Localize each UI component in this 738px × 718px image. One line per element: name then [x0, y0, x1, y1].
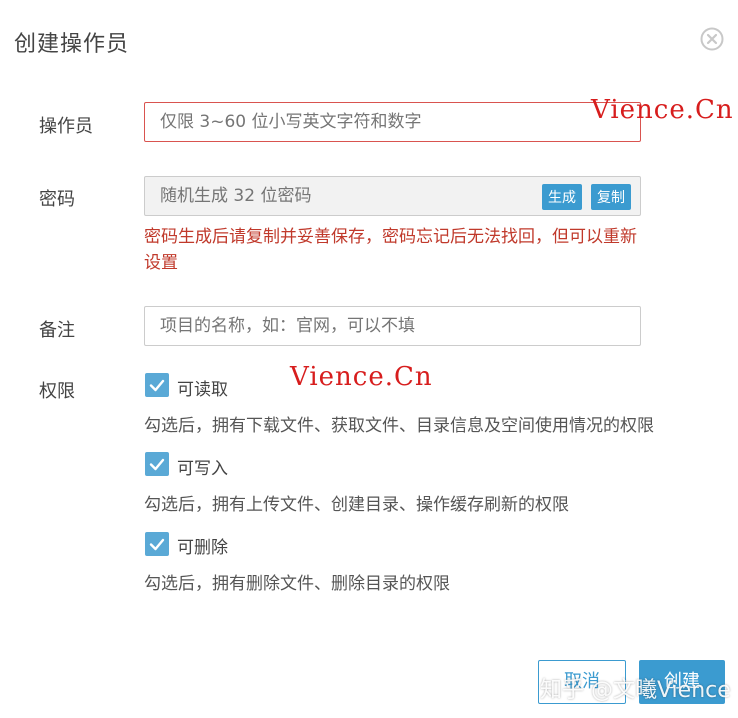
write-permission-description: 勾选后，拥有上传文件、创建目录、操作缓存刷新的权限 — [144, 495, 569, 515]
remark-input[interactable] — [144, 306, 641, 346]
operator-label: 操作员 — [39, 116, 93, 137]
write-permission-checkbox[interactable] — [145, 452, 169, 476]
password-label: 密码 — [39, 189, 75, 210]
checkmark-icon — [149, 379, 165, 392]
checkmark-icon — [149, 458, 165, 471]
remark-label: 备注 — [39, 320, 75, 341]
read-permission-checkbox[interactable] — [145, 373, 169, 397]
delete-permission-checkbox[interactable] — [145, 532, 169, 556]
generate-password-button[interactable]: 生成 — [542, 184, 582, 210]
checkmark-icon — [149, 538, 165, 551]
watermark-top: Vience.Cn — [591, 95, 734, 125]
close-icon[interactable] — [700, 27, 724, 51]
dialog-title: 创建操作员 — [14, 32, 130, 57]
copy-password-button[interactable]: 复制 — [591, 184, 631, 210]
read-permission-description: 勾选后，拥有下载文件、获取文件、目录信息及空间使用情况的权限 — [144, 416, 654, 436]
permissions-label: 权限 — [39, 381, 75, 402]
watermark-bottom: 知乎 @文曦Vience — [540, 678, 731, 703]
operator-input[interactable] — [144, 102, 641, 142]
watermark-middle: Vience.Cn — [290, 362, 433, 392]
read-permission-label[interactable]: 可读取 — [177, 375, 228, 400]
password-warning: 密码生成后请复制并妥善保存，密码忘记后无法找回，但可以重新设置 — [144, 227, 637, 273]
write-permission-label[interactable]: 可写入 — [177, 454, 228, 479]
delete-permission-description: 勾选后，拥有删除文件、删除目录的权限 — [144, 574, 450, 594]
delete-permission-label[interactable]: 可删除 — [177, 533, 228, 558]
